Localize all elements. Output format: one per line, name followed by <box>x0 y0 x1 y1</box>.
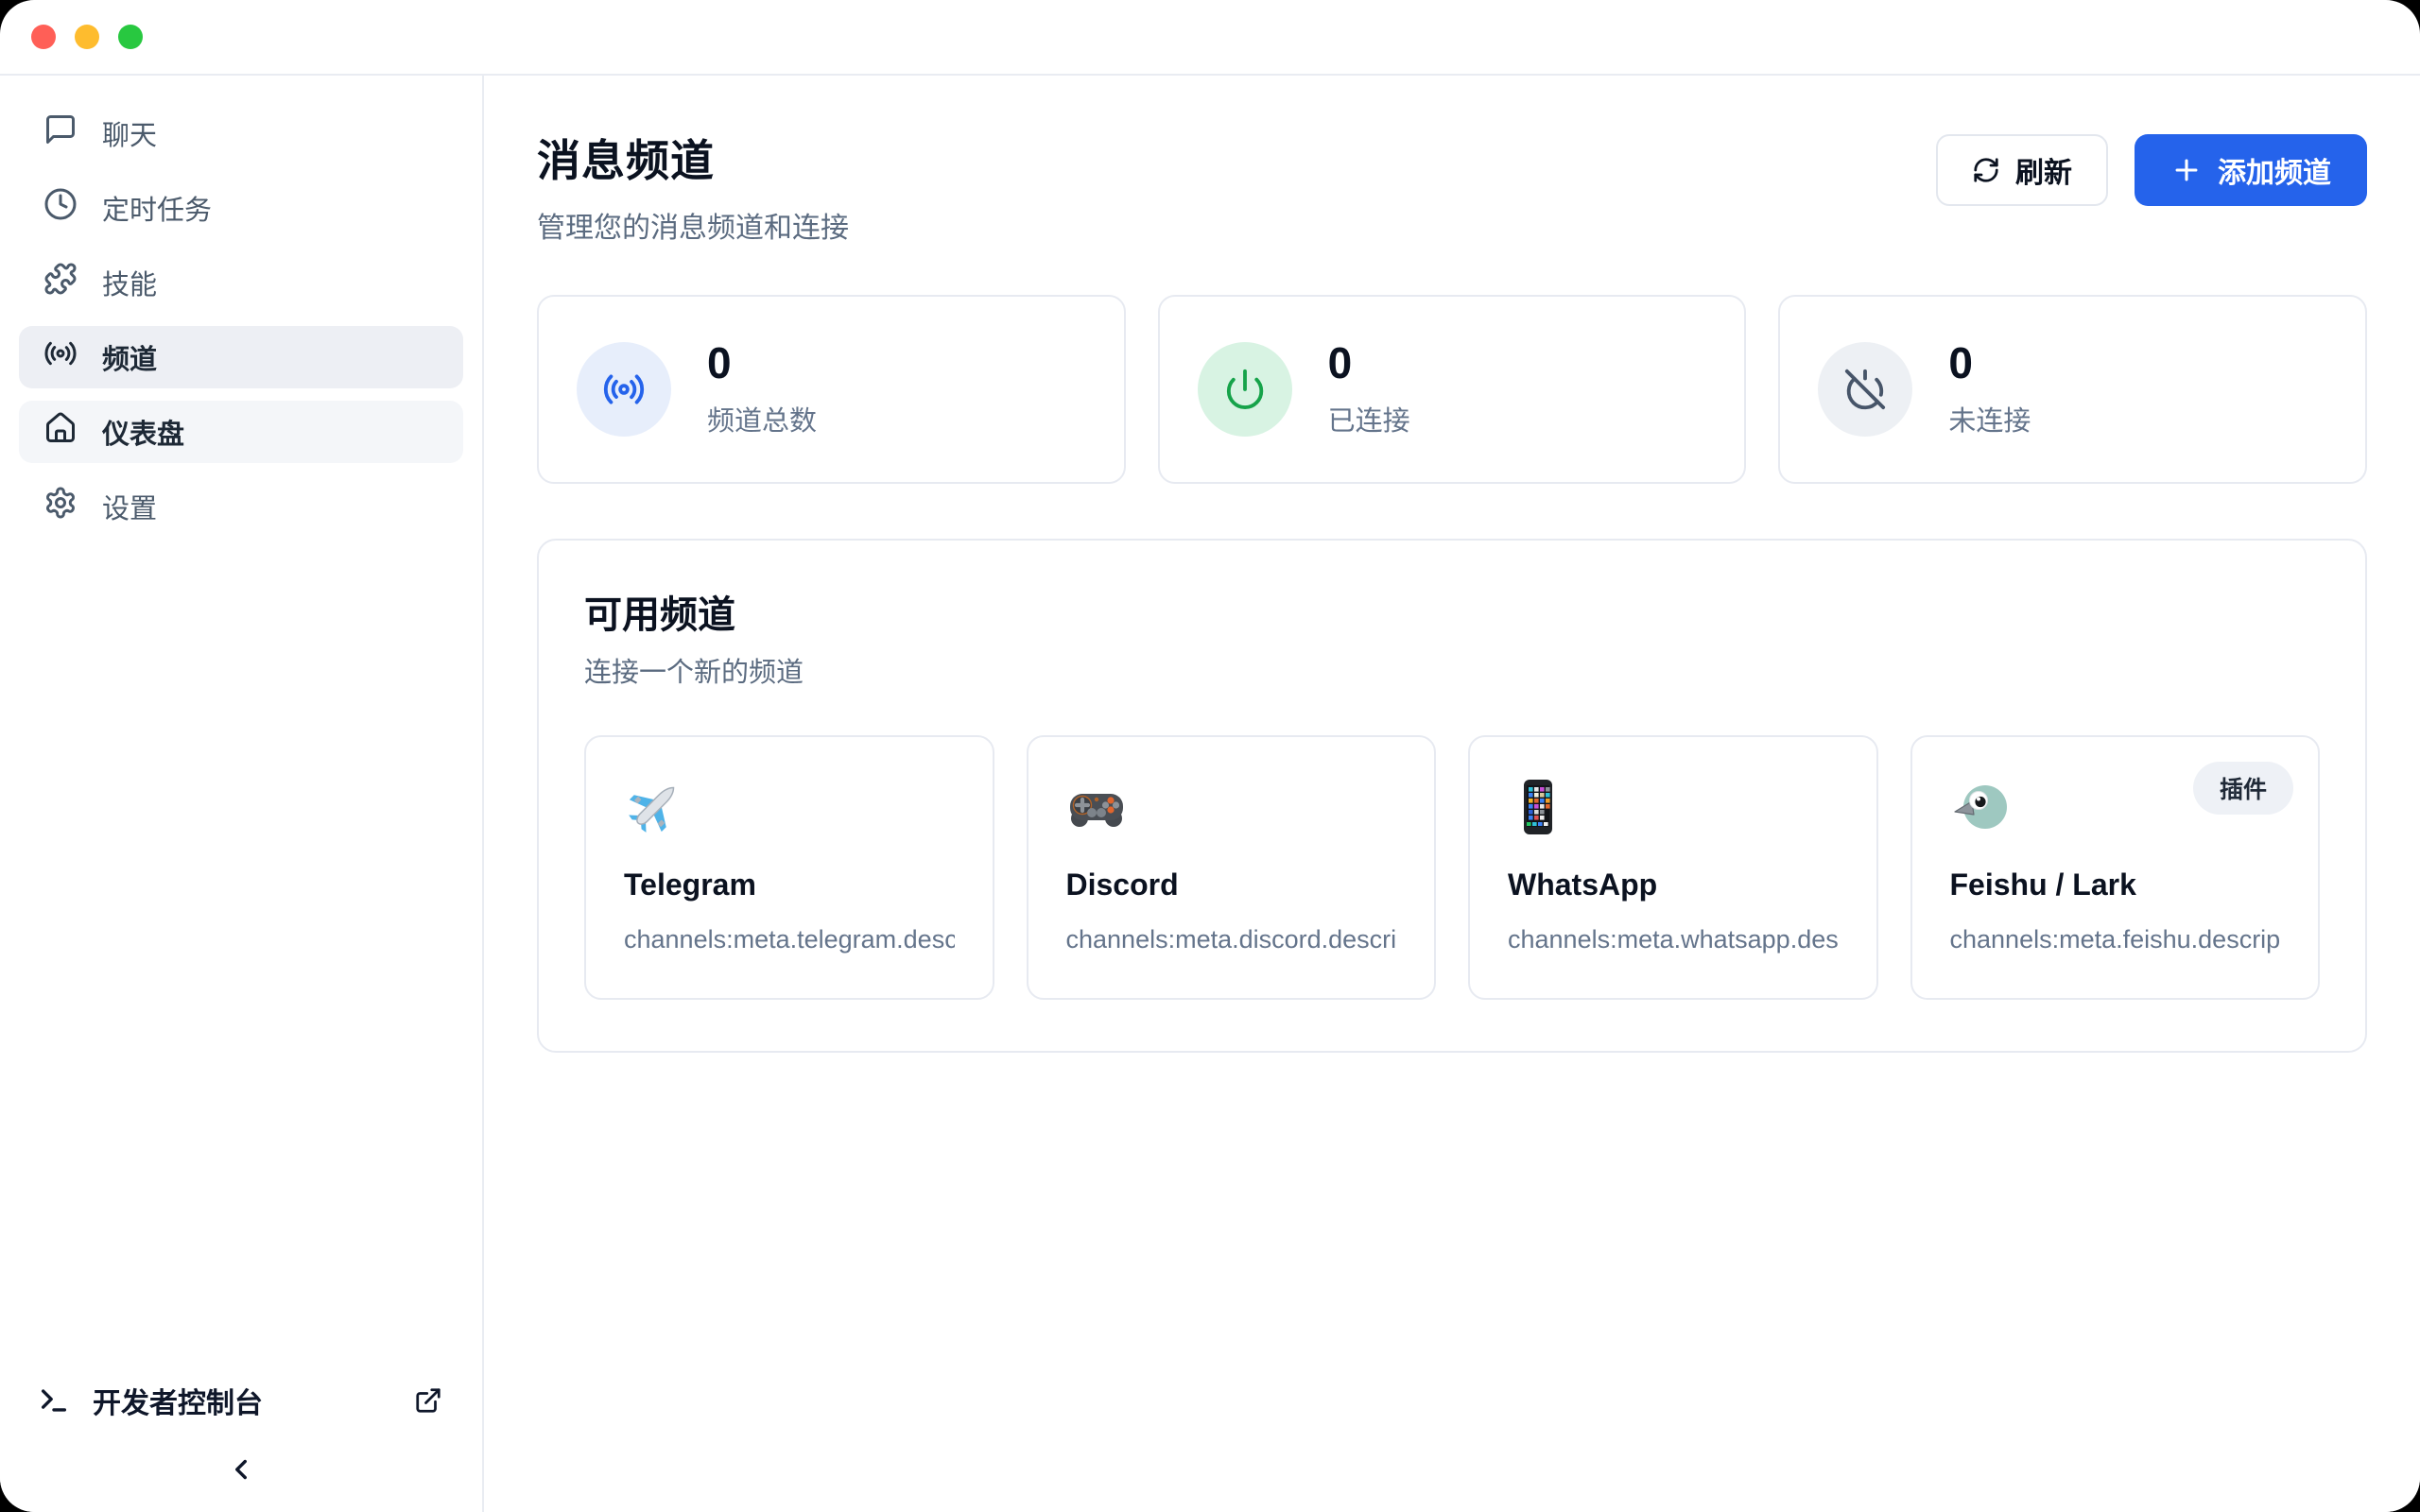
stat-card-connected: 0 已连接 <box>1158 295 1747 484</box>
channel-description: channels:meta.feishu.description <box>1950 925 2281 954</box>
app-window: 聊天 定时任务 技能 <box>0 0 2420 1512</box>
home-icon <box>43 411 78 453</box>
available-channels-section: 可用频道 连接一个新的频道 <box>537 539 2367 1053</box>
terminal-icon <box>38 1384 70 1417</box>
stat-value: 0 <box>1328 341 1410 385</box>
broadcast-icon <box>577 342 671 437</box>
page-title: 消息频道 <box>537 127 849 189</box>
stat-label: 已连接 <box>1328 399 1410 438</box>
sidebar-item-label: 聊天 <box>102 113 157 153</box>
available-channels-title: 可用频道 <box>584 584 2320 639</box>
external-link-icon[interactable] <box>414 1386 442 1415</box>
sidebar-item-label: 频道 <box>102 337 157 377</box>
refresh-icon <box>1972 156 2000 184</box>
airplane-icon <box>624 777 684 837</box>
channel-grid: Telegram channels:meta.telegram.descript… <box>584 735 2320 1000</box>
broadcast-icon <box>43 336 78 378</box>
channel-name: Telegram <box>624 868 955 902</box>
titlebar <box>0 0 2420 76</box>
plus-icon <box>2170 154 2203 186</box>
sidebar-nav: 聊天 定时任务 技能 <box>0 102 482 550</box>
sidebar-item-label: 技能 <box>102 263 157 302</box>
refresh-button-label: 刷新 <box>2015 149 2072 191</box>
channel-name: WhatsApp <box>1508 868 1839 902</box>
sidebar-item-chat[interactable]: 聊天 <box>19 102 463 164</box>
stat-value: 0 <box>707 341 817 385</box>
page-header: 消息频道 管理您的消息频道和连接 刷新 添加频道 <box>537 127 2367 246</box>
sidebar: 聊天 定时任务 技能 <box>0 76 484 1512</box>
sidebar-item-dashboard[interactable]: 仪表盘 <box>19 401 463 463</box>
clock-icon <box>43 187 78 229</box>
sidebar-item-label: 仪表盘 <box>102 412 184 452</box>
header-actions: 刷新 添加频道 <box>1936 134 2367 206</box>
puzzle-icon <box>43 262 78 303</box>
channel-name: Feishu / Lark <box>1950 868 2281 902</box>
channel-card-whatsapp[interactable]: WhatsApp channels:meta.whatsapp.descript… <box>1468 735 1878 1000</box>
main-content: 消息频道 管理您的消息频道和连接 刷新 添加频道 <box>484 76 2420 1512</box>
zoom-button[interactable] <box>118 25 143 49</box>
plugin-badge: 插件 <box>2193 762 2293 815</box>
stat-label: 频道总数 <box>707 399 817 438</box>
add-channel-button[interactable]: 添加频道 <box>2135 134 2367 206</box>
stat-card-disconnected: 0 未连接 <box>1778 295 2367 484</box>
mobile-phone-icon <box>1508 777 1568 837</box>
power-off-icon <box>1818 342 1912 437</box>
channel-card-discord[interactable]: Discord channels:meta.discord.descriptio… <box>1027 735 1437 1000</box>
gear-icon <box>43 486 78 527</box>
sidebar-item-label: 设置 <box>102 487 157 526</box>
stat-label: 未连接 <box>1948 399 2031 438</box>
channel-description: channels:meta.telegram.description <box>624 925 955 954</box>
sidebar-item-skills[interactable]: 技能 <box>19 251 463 314</box>
sidebar-item-settings[interactable]: 设置 <box>19 475 463 538</box>
sidebar-item-channels[interactable]: 频道 <box>19 326 463 388</box>
stat-card-total-channels: 0 频道总数 <box>537 295 1126 484</box>
chevron-left-icon <box>225 1453 257 1486</box>
chat-bubble-icon <box>43 112 78 154</box>
minimize-button[interactable] <box>75 25 99 49</box>
sidebar-item-scheduled-tasks[interactable]: 定时任务 <box>19 177 463 239</box>
stat-value: 0 <box>1948 341 2031 385</box>
add-channel-button-label: 添加频道 <box>2218 149 2331 191</box>
bird-icon <box>1950 777 2011 837</box>
channel-card-feishu[interactable]: 插件 Feishu / Lark channels:meta.feishu.de… <box>1910 735 2321 1000</box>
channel-description: channels:meta.whatsapp.description <box>1508 925 1839 954</box>
gamepad-icon <box>1066 777 1127 837</box>
traffic-lights <box>31 25 143 49</box>
close-button[interactable] <box>31 25 56 49</box>
developer-console-link[interactable]: 开发者控制台 <box>0 1370 482 1431</box>
refresh-button[interactable]: 刷新 <box>1936 134 2108 206</box>
stats-row: 0 频道总数 0 已连接 <box>537 295 2367 484</box>
developer-console-label: 开发者控制台 <box>93 1380 263 1421</box>
channel-card-telegram[interactable]: Telegram channels:meta.telegram.descript… <box>584 735 994 1000</box>
power-icon <box>1198 342 1292 437</box>
page-subtitle: 管理您的消息频道和连接 <box>537 204 849 246</box>
channel-name: Discord <box>1066 868 1397 902</box>
sidebar-item-label: 定时任务 <box>102 188 212 228</box>
sidebar-collapse-button[interactable] <box>0 1431 482 1512</box>
channel-description: channels:meta.discord.description <box>1066 925 1397 954</box>
available-channels-subtitle: 连接一个新的频道 <box>584 650 2320 690</box>
